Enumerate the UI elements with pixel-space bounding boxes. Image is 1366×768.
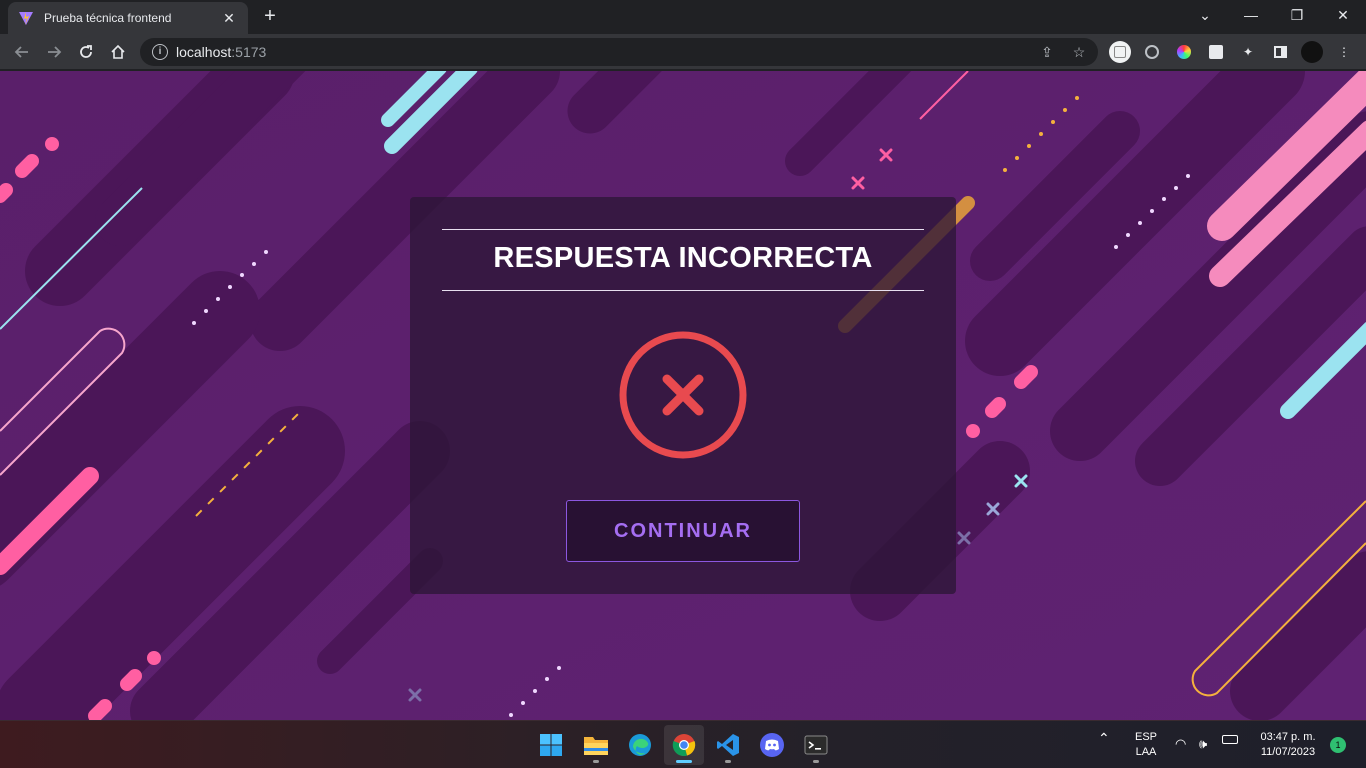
clock[interactable]: 03:47 p. m. 11/07/2023 [1250,730,1326,760]
tray-chevron-up-icon[interactable]: ⌃ [1098,731,1110,746]
back-arrow-icon [14,46,28,58]
chrome-icon [672,734,696,756]
url-host: localhost [176,44,232,60]
close-window-button[interactable]: ✕ [1320,0,1366,30]
tab-title: Prueba técnica frontend [44,11,172,25]
vscode-icon [717,734,739,756]
extensions-puzzle-icon[interactable]: ✦ [1237,41,1259,63]
new-tab-button[interactable]: + [258,4,282,28]
bookmark-star-icon[interactable]: ☆ [1070,44,1088,62]
url-port: :5173 [231,44,267,60]
tab-search-icon[interactable]: ⌄ [1182,0,1228,30]
taskbar-vscode[interactable] [708,725,748,765]
modal-title: RESPUESTA INCORRECTA [493,242,873,274]
profile-avatar[interactable] [1301,41,1323,63]
share-icon[interactable]: ⇪ [1038,44,1056,62]
continue-button[interactable]: CONTINUAR [566,500,800,562]
running-indicator [725,760,731,763]
windows-taskbar: ⌃ ESP LAA ◠ 🕪 03:47 p. m. 11/07/2023 1 [0,720,1366,768]
battery-icon[interactable] [1222,734,1238,749]
folder-icon [584,737,608,755]
home-icon [111,44,125,59]
clock-time: 03:47 p. m. [1260,731,1316,743]
volume-icon[interactable]: 🕪 [1199,736,1207,751]
input-language[interactable]: ESP LAA [1128,730,1164,760]
clock-date: 11/07/2023 [1260,746,1316,758]
browser-tab[interactable]: Prueba técnica frontend ✕ [8,2,248,34]
forward-button[interactable] [42,40,66,64]
notification-badge[interactable]: 1 [1330,737,1346,753]
restore-button[interactable]: ❐ [1274,0,1320,30]
side-panel-icon[interactable] [1269,41,1291,63]
taskbar-discord[interactable] [752,725,792,765]
close-tab-icon[interactable]: ✕ [220,10,238,27]
home-button[interactable] [106,40,130,64]
site-info-icon[interactable]: i [152,44,168,60]
taskbar-edge[interactable] [620,725,660,765]
extension-icon-4[interactable] [1205,41,1227,63]
language-code: ESP [1134,731,1157,743]
discord-icon [760,733,784,757]
minimize-button[interactable]: — [1228,0,1274,30]
reload-button[interactable] [74,40,98,64]
title-rule-top [442,229,924,230]
running-indicator [813,760,819,763]
taskbar-terminal[interactable] [796,725,836,765]
terminal-icon [804,735,828,755]
taskbar-chrome[interactable] [664,725,704,765]
page-viewport: RESPUESTA INCORRECTA CONTINUAR [0,71,1366,720]
title-rule-bottom [442,290,924,291]
forward-arrow-icon [48,46,62,58]
back-button[interactable] [10,40,34,64]
extension-icon-2[interactable] [1141,41,1163,63]
reload-icon [80,45,92,58]
extension-icon-1[interactable] [1109,41,1131,63]
windows-logo-icon [540,734,562,756]
browser-toolbar: i localhost:5173 ⇪ ☆ ✦ ⋮ [0,34,1366,70]
edge-icon [629,734,651,756]
browser-tabstrip: Prueba técnica frontend ✕ + ⌄ — ❐ ✕ [0,0,1366,34]
address-bar[interactable]: i localhost:5173 ⇪ ☆ [140,38,1098,66]
menu-kebab-icon[interactable]: ⋮ [1333,41,1355,63]
vite-logo-icon [19,12,33,25]
start-button[interactable] [531,725,571,765]
running-indicator [593,760,599,763]
active-indicator [676,760,692,763]
color-picker-extension-icon[interactable] [1173,41,1195,63]
result-modal: RESPUESTA INCORRECTA CONTINUAR [410,197,956,594]
taskbar-file-explorer[interactable] [576,725,616,765]
wifi-icon[interactable]: ◠ [1175,736,1186,751]
error-x-circle-icon [619,331,747,459]
keyboard-layout: LAA [1135,746,1157,758]
